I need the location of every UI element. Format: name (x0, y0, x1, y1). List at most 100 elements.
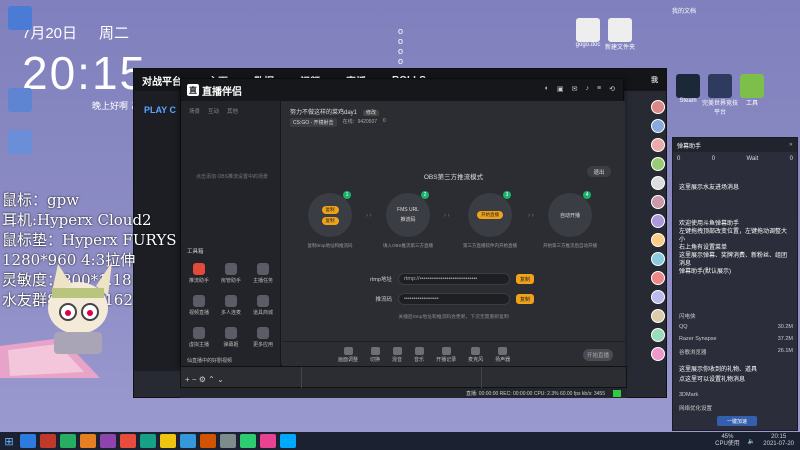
taskbar-app-icon[interactable] (200, 434, 216, 448)
step-desc: 第三方直播软件内开始直播 (463, 243, 517, 248)
chat-message: 左键拖拽顶部改变位置，左键拖动调整大小 (679, 229, 788, 243)
screen-adjust-button[interactable]: 画面调整 (338, 346, 358, 363)
desktop-file-2[interactable]: 新建文件夹 (600, 18, 640, 51)
list-item[interactable]: 谷歌浏览器 26.1M (679, 348, 793, 356)
taskbar-clock[interactable]: 20:15 2021-07-20 (763, 434, 794, 448)
tools-icon (740, 74, 764, 98)
obs-mode-title: OBS第三方推流模式 (423, 174, 484, 181)
taskbar-app-icon[interactable] (280, 434, 296, 448)
mic-icon (225, 295, 237, 307)
boost-button[interactable]: 一键加速 (717, 416, 757, 426)
room-online: 在线：9420507 (342, 119, 378, 125)
taskbar-app-icon[interactable] (180, 434, 196, 448)
microphone-button[interactable]: 麦克风 (468, 346, 483, 363)
avatar[interactable] (651, 214, 665, 228)
windows-start-icon[interactable]: ⊞ (0, 432, 18, 450)
gift-icon[interactable]: ▣ (557, 85, 564, 93)
tab-other[interactable]: 其他 (227, 107, 238, 115)
avatar[interactable] (651, 157, 665, 171)
skin-icon[interactable]: ◐ (545, 85, 549, 93)
task-icon (257, 263, 269, 275)
chat-message: 欢迎使用斗鱼弹幕助手 (679, 221, 740, 227)
taskbar-app-icon[interactable] (220, 434, 236, 448)
desktop-icon-2[interactable] (8, 88, 32, 112)
edit-title-button[interactable]: 修改 (363, 110, 380, 116)
taskbar-app-icon[interactable] (120, 434, 136, 448)
close-icon[interactable]: ✕ (789, 142, 793, 148)
list-item[interactable]: 网络优化设置 (679, 404, 793, 412)
volume-icon[interactable]: 🔈 (748, 438, 755, 445)
speaker-button[interactable]: 扬声器 (495, 346, 510, 363)
share-icon[interactable]: ⟲ (609, 85, 615, 93)
record-button[interactable]: 开播记录 (436, 346, 456, 363)
taskbar-app-icon[interactable] (20, 434, 36, 448)
avatar[interactable] (651, 347, 665, 361)
avatar[interactable] (651, 271, 665, 285)
taskbar-app-icon[interactable] (40, 434, 56, 448)
list-item[interactable]: 闪电侠 (679, 312, 793, 320)
tab-scenes[interactable]: 场景 (189, 107, 200, 115)
avatar[interactable] (651, 233, 665, 247)
tool-tasks[interactable]: 主播任务 (249, 263, 277, 284)
avatar[interactable] (651, 309, 665, 323)
avatar[interactable] (651, 138, 665, 152)
stream-key-field[interactable]: •••••••••••••••••• (398, 293, 510, 305)
tool-shop[interactable]: 道具商城 (249, 295, 277, 316)
exit-button[interactable]: 退出 (587, 166, 611, 177)
bell-icon[interactable]: ♪ (586, 85, 590, 93)
desktop-icon-tools[interactable]: 工具 (732, 74, 772, 107)
bottom-toolbar: 画面调整 切换 混音 音乐 开播记录 麦克风 扬声器 (282, 341, 625, 367)
list-item[interactable]: QQ 30.2M (679, 324, 793, 330)
tool-more[interactable]: 更多应用 (249, 327, 277, 348)
tab-interact[interactable]: 互动 (208, 107, 219, 115)
game-category[interactable]: CS:GO - 开镜射击 (290, 118, 337, 127)
dot-column-decoration: oooo (398, 26, 404, 66)
avatar[interactable] (651, 100, 665, 114)
more-icon (257, 327, 269, 339)
play-button[interactable]: PLAY C (144, 105, 176, 115)
taskbar-app-icon[interactable] (160, 434, 176, 448)
nav-item[interactable]: 我 (651, 75, 658, 85)
tool-vtuber[interactable]: 虚拟主播 (185, 327, 213, 348)
chat-message: 弹幕助手(默认展示) (679, 269, 731, 275)
tool-push-assistant[interactable]: 推流助手 (185, 263, 213, 284)
start-live-button[interactable]: 开始直播 (583, 349, 613, 361)
desktop-icon-3[interactable] (8, 130, 32, 154)
mixer-button[interactable]: 混音 (392, 346, 402, 363)
arrow-icon: › › (444, 213, 450, 219)
taskbar-app-icon[interactable] (140, 434, 156, 448)
avatar[interactable] (651, 328, 665, 342)
avatar[interactable] (651, 195, 665, 209)
tool-multi-mic[interactable]: 多人连麦 (217, 295, 245, 316)
copy-key-button[interactable]: 复制 (516, 294, 535, 304)
menu-icon[interactable]: ≡ (597, 85, 601, 93)
overlay-clock: 20:15 (22, 47, 148, 99)
taskbar-app-icon[interactable] (240, 434, 256, 448)
avatar[interactable] (651, 119, 665, 133)
taskbar-app-icon[interactable] (80, 434, 96, 448)
tool-room-admin[interactable]: 房管助手 (217, 263, 245, 284)
list-item[interactable]: Razer Synapse 37.2M (679, 336, 793, 342)
avatar[interactable] (651, 290, 665, 304)
avatar[interactable] (651, 252, 665, 266)
desktop-icon-mydocs[interactable]: 我的文档 (664, 6, 704, 15)
rtmp-field[interactable]: rtmp://•••••••••••••••••••••••••••••• (398, 273, 510, 285)
tool-video[interactable]: 视频直播 (185, 295, 213, 316)
desktop-icon-1[interactable] (8, 6, 32, 30)
app-icon (8, 130, 32, 154)
copy-rtmp-button[interactable]: 复制 (516, 274, 535, 284)
notice-icon[interactable]: ✉ (572, 85, 578, 93)
shop-icon (257, 295, 269, 307)
step-2: 2 FMS URL 推流码 (386, 191, 430, 237)
taskbar-app-icon[interactable] (100, 434, 116, 448)
switch-button[interactable]: 切换 (370, 346, 380, 363)
online-count: 0 (383, 118, 386, 124)
music-button[interactable]: 音乐 (414, 346, 424, 363)
avatar[interactable] (651, 176, 665, 190)
list-item[interactable]: 3DMark (679, 392, 793, 398)
friend-avatar-column (648, 100, 668, 366)
taskbar-app-icon[interactable] (60, 434, 76, 448)
add-remove-controls[interactable]: + − ⚙ ⌃ ⌄ (185, 375, 224, 384)
tool-danmaku[interactable]: 弹幕姬 (217, 327, 245, 348)
taskbar-app-icon[interactable] (260, 434, 276, 448)
